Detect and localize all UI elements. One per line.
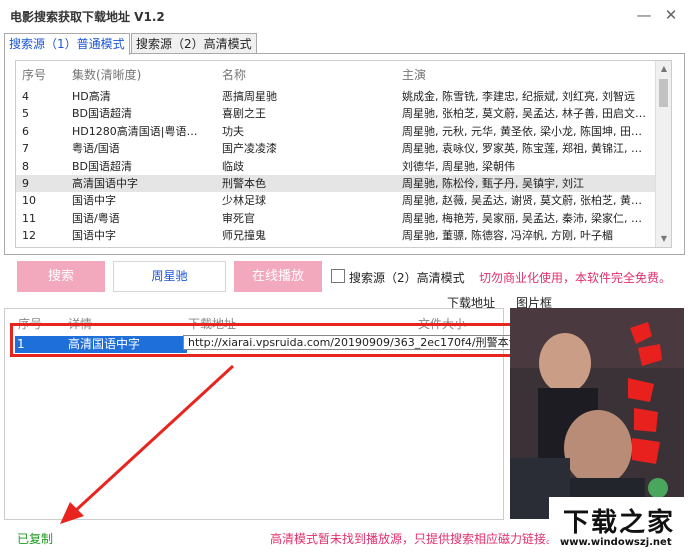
header-index[interactable]: 序号 xyxy=(22,66,70,83)
row-quality: HD高清 xyxy=(72,90,111,103)
row-quality: BD国语超清 xyxy=(72,107,133,121)
results-list[interactable]: 序号 集数(清晰度) 名称 主演 4 HD高清 恶搞周星驰 姚成金, 陈雪铣, 李建忠… xyxy=(15,60,672,248)
hd-mode-checkbox[interactable] xyxy=(331,269,345,283)
search-button[interactable]: 搜索 xyxy=(17,261,105,292)
movie-poster-image xyxy=(510,308,684,519)
result-row[interactable]: 5 BD国语超清 喜剧之王 周星驰, 张柏芝, 莫文蔚, 吴孟达, 林子善, 田启文… xyxy=(16,105,656,122)
hd-mode-label[interactable]: 搜索源（2）高清模式 xyxy=(349,269,465,286)
result-row[interactable]: 6 HD1280高清国语|粤语… 功夫 周星驰, 元秋, 元华, 黄圣依, 梁小龙, … xyxy=(16,123,656,140)
result-row[interactable]: 7 粤语/国语 国产凌凌漆 周星驰, 袁咏仪, 罗家英, 陈宝莲, 郑祖, 黄锦江, … xyxy=(16,140,656,157)
row-index: 6 xyxy=(22,124,29,138)
result-row[interactable]: 4 HD高清 恶搞周星驰 姚成金, 陈雪铣, 李建忠, 纪振斌, 刘红亮, 刘智远 xyxy=(16,88,656,105)
row-index: 10 xyxy=(22,194,36,208)
row-quality: 高清国语中字 xyxy=(72,177,138,190)
result-row[interactable]: 13共20集已完结 北斗双雄 梁朝伟, 周星驰, 周润发, 任达华, 陈秀珠 xyxy=(16,245,656,248)
watermark-url: www.windowszj.net xyxy=(560,537,672,548)
search-results-panel: 序号 集数(清晰度) 名称 主演 4 HD高清 恶搞周星驰 姚成金, 陈雪铣, 李建忠… xyxy=(4,53,685,255)
row-quality: BD国语超清 xyxy=(72,159,133,173)
row-name: 审死官 xyxy=(222,211,255,225)
results-scrollbar[interactable]: ▲ ▼ xyxy=(655,61,671,247)
result-row[interactable]: 11 国语/粤语 审死官 周星驰, 梅艳芳, 吴家丽, 吴孟达, 秦沛, 梁家仁, … xyxy=(16,210,656,227)
app-title: 电影搜索获取下载地址 V1.2 xyxy=(10,10,165,24)
row-cast: 周星驰, 袁咏仪, 罗家英, 陈宝莲, 郑祖, 黄锦江, … xyxy=(402,142,642,156)
tab-source-1-normal[interactable]: 搜索源（1）普通模式 xyxy=(4,33,130,55)
free-notice: 切勿商业化使用，本软件完全免费。 xyxy=(479,271,672,285)
results-header: 序号 集数(清晰度) 名称 主演 xyxy=(16,61,656,85)
row-quality: 国语中字 xyxy=(72,194,116,208)
row-name: 功夫 xyxy=(222,124,244,138)
row-name: 刑警本色 xyxy=(222,177,266,190)
row-index: 12 xyxy=(22,229,36,243)
site-watermark-logo: 下载之家 www.windowszj.net xyxy=(549,497,689,553)
scroll-up-icon[interactable]: ▲ xyxy=(656,62,671,76)
highlight-box xyxy=(10,323,513,357)
result-row[interactable]: 8 BD国语超清 临歧 刘德华, 周星驰, 梁朝伟 xyxy=(16,158,656,175)
title-bar: 电影搜索获取下载地址 V1.2 — ✕ xyxy=(0,0,689,32)
row-name: 师兄撞鬼 xyxy=(222,229,266,243)
poster-art xyxy=(510,308,684,519)
close-button[interactable]: ✕ xyxy=(660,4,682,26)
row-quality: 国语/粤语 xyxy=(72,211,120,225)
row-cast: 周星驰, 元秋, 元华, 黄圣依, 梁小龙, 陈国坤, 田… xyxy=(402,124,642,138)
row-index: 13 xyxy=(22,245,70,248)
row-cast: 周星驰, 董骠, 陈德容, 冯淬帆, 方刚, 叶子楣 xyxy=(402,229,613,243)
row-cast: 周星驰, 梅艳芳, 吴家丽, 吴孟达, 秦沛, 梁家仁, … xyxy=(402,211,642,225)
header-quality[interactable]: 集数(清晰度) xyxy=(72,66,218,83)
row-index: 5 xyxy=(22,107,29,121)
row-index: 11 xyxy=(22,211,36,225)
search-input[interactable]: 周星驰 xyxy=(113,261,226,292)
row-name: 北斗双雄 xyxy=(222,245,398,248)
result-row[interactable]: 10 国语中字 少林足球 周星驰, 赵薇, 吴孟达, 谢贤, 莫文蔚, 张柏芝, 黄… xyxy=(16,192,656,209)
row-name: 少林足球 xyxy=(222,194,266,208)
minimize-button[interactable]: — xyxy=(633,4,655,26)
row-name: 临歧 xyxy=(222,159,244,173)
row-index: 7 xyxy=(22,142,29,156)
row-quality: 粤语/国语 xyxy=(72,142,120,156)
copied-status: 已复制 xyxy=(17,532,54,546)
row-index: 8 xyxy=(22,159,29,173)
status-message: 高清模式暂未找到播放源，只提供搜索相应磁力链接。 xyxy=(270,532,559,546)
header-cast[interactable]: 主演 xyxy=(402,66,656,83)
row-quality: 国语中字 xyxy=(72,229,116,243)
result-row[interactable]: 12 国语中字 师兄撞鬼 周星驰, 董骠, 陈德容, 冯淬帆, 方刚, 叶子楣 xyxy=(16,227,656,244)
scroll-down-icon[interactable]: ▼ xyxy=(656,232,671,246)
row-name: 喜剧之王 xyxy=(222,107,266,121)
row-cast: 周星驰, 张柏芝, 莫文蔚, 吴孟达, 林子善, 田启文… xyxy=(402,107,646,121)
row-index: 9 xyxy=(22,177,29,190)
row-quality: HD1280高清国语|粤语… xyxy=(72,124,198,138)
row-name: 国产凌凌漆 xyxy=(222,142,277,156)
row-quality: 共20集已完结 xyxy=(72,245,218,248)
row-cast: 周星驰, 赵薇, 吴孟达, 谢贤, 莫文蔚, 张柏芝, 黄… xyxy=(402,194,642,208)
row-cast: 刘德华, 周星驰, 梁朝伟 xyxy=(402,159,515,173)
row-cast: 周星驰, 陈松伶, 甄子丹, 吴镇宇, 刘江 xyxy=(402,177,584,190)
scroll-thumb[interactable] xyxy=(659,79,668,107)
play-online-button[interactable]: 在线播放 xyxy=(234,261,322,292)
result-row[interactable]: 9 高清国语中字 刑警本色 周星驰, 陈松伶, 甄子丹, 吴镇宇, 刘江 xyxy=(16,175,656,192)
row-name: 恶搞周星驰 xyxy=(222,90,277,103)
row-cast: 姚成金, 陈雪铣, 李建忠, 纪振斌, 刘红亮, 刘智远 xyxy=(402,90,635,103)
watermark-title: 下载之家 xyxy=(563,508,676,538)
row-index: 4 xyxy=(22,90,29,103)
header-name[interactable]: 名称 xyxy=(222,66,398,83)
row-cast: 梁朝伟, 周星驰, 周润发, 任达华, 陈秀珠 xyxy=(402,245,656,248)
tab-source-2-hd[interactable]: 搜索源（2）高清模式 xyxy=(131,33,257,54)
